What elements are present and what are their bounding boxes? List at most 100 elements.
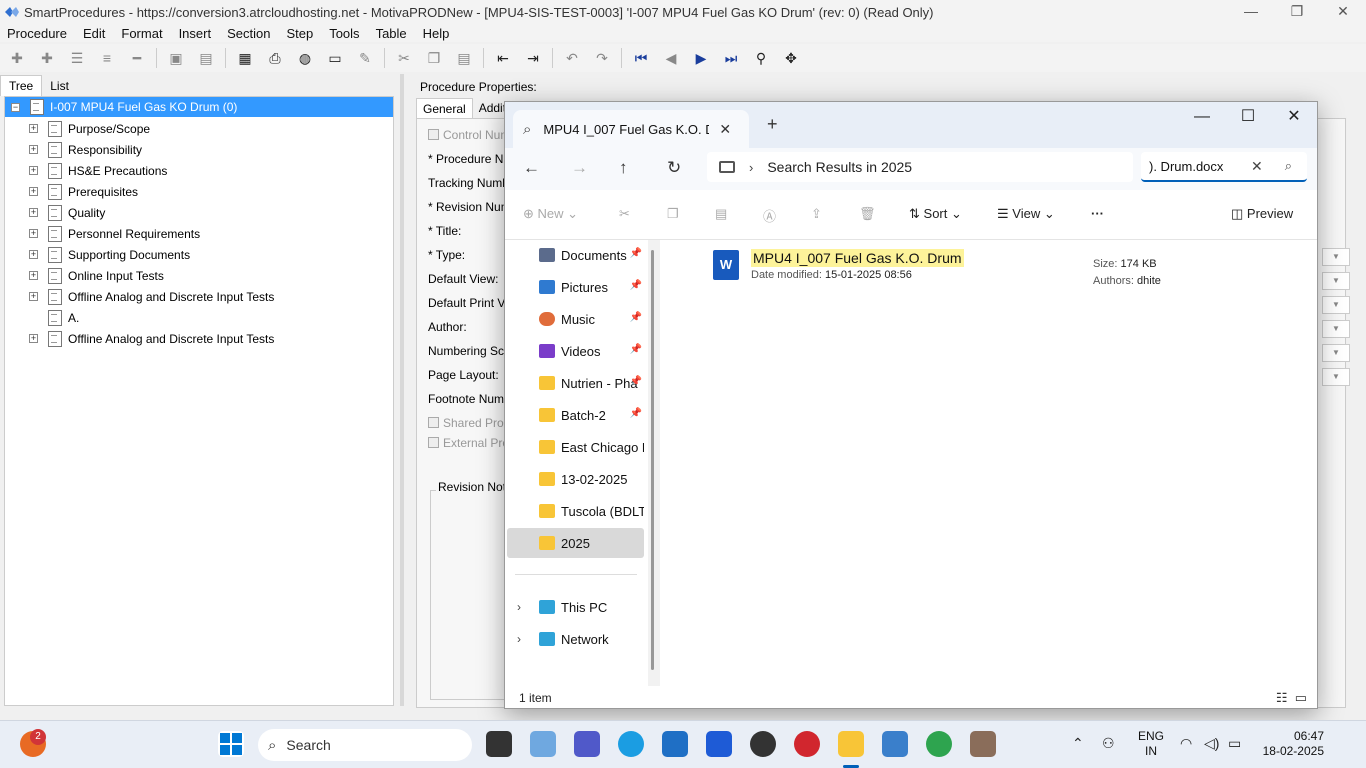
new-tab-icon[interactable]: + — [767, 114, 778, 135]
minimize-button[interactable]: — — [1228, 0, 1274, 24]
delete-icon[interactable]: 🗑 — [859, 206, 876, 222]
teams-icon[interactable] — [574, 731, 600, 757]
checkbox[interactable] — [428, 437, 439, 448]
wifi-icon[interactable]: ◠ — [1180, 735, 1192, 752]
search-icon[interactable]: ⌕ — [1285, 158, 1292, 174]
nav-item-music[interactable]: Music 📌 — [507, 304, 644, 334]
menu-help[interactable]: Help — [423, 26, 450, 41]
close-button[interactable]: ✕ — [1320, 0, 1366, 24]
forward-icon[interactable]: → — [571, 158, 588, 178]
move-icon[interactable]: ✥ — [780, 47, 802, 69]
chevron-right-icon[interactable]: › — [749, 160, 753, 175]
print-icon[interactable]: ⎙ — [264, 47, 286, 69]
back-icon[interactable]: ← — [523, 158, 540, 178]
expand-icon[interactable]: + — [29, 166, 38, 175]
cut-icon[interactable]: ✂ — [619, 206, 630, 222]
nav-item-folder[interactable]: East Chicago Ea — [507, 432, 644, 462]
next-icon[interactable]: ▶ — [690, 47, 712, 69]
chrome-icon[interactable] — [926, 731, 952, 757]
vpn-icon[interactable]: ⚇ — [1102, 735, 1115, 752]
battery-icon[interactable]: ▭ — [1228, 735, 1241, 752]
tab-tree[interactable]: Tree — [0, 75, 43, 96]
task-view-icon[interactable] — [486, 731, 512, 757]
export-icon[interactable]: ▦ — [234, 47, 256, 69]
checkbox[interactable] — [428, 417, 439, 428]
file-name[interactable]: MPU4 I_007 Fuel Gas K.O. Drum — [751, 249, 964, 267]
checkbox[interactable] — [428, 129, 439, 140]
tree-item[interactable]: + Purpose/Scope — [29, 118, 150, 139]
first-icon[interactable]: ⏮ — [630, 47, 652, 69]
tiles-view-icon[interactable]: ▭ — [1295, 690, 1307, 705]
expand-icon[interactable]: + — [29, 334, 38, 343]
expand-icon[interactable]: + — [29, 229, 38, 238]
refresh-icon[interactable]: ↻ — [667, 158, 681, 178]
menu-section[interactable]: Section — [227, 26, 270, 41]
expand-icon[interactable]: + — [29, 208, 38, 217]
more-options-icon[interactable]: ··· — [1091, 206, 1104, 221]
menu-table[interactable]: Table — [376, 26, 407, 41]
pin-tool-icon[interactable]: ⚲ — [750, 47, 772, 69]
file-explorer-icon[interactable] — [838, 731, 864, 757]
menu-procedure[interactable]: Procedure — [7, 26, 67, 41]
pin-icon[interactable]: 📌 — [630, 280, 642, 291]
breadcrumb[interactable]: Search Results in 2025 — [767, 159, 912, 175]
indent-right-icon[interactable]: ⇥ — [522, 47, 544, 69]
explorer-tab[interactable]: ⌕ MPU4 I_007 Fuel Gas K.O. Drun ✕ — [513, 110, 749, 148]
external-procedure-checkbox[interactable]: External Proc — [428, 436, 515, 450]
menu-edit[interactable]: Edit — [83, 26, 105, 41]
opera-icon[interactable] — [794, 731, 820, 757]
dropdown-arrow-icon[interactable]: ▼ — [1322, 248, 1350, 266]
up-icon[interactable]: ↑ — [619, 158, 628, 178]
start-icon[interactable] — [218, 731, 244, 757]
add-child-icon[interactable]: ✚ — [36, 47, 58, 69]
dropdown-arrow-icon[interactable]: ▼ — [1322, 272, 1350, 290]
undo-icon[interactable]: ↶ — [561, 47, 583, 69]
nav-item-this-pc[interactable]: This PC — [507, 592, 644, 622]
preview-button[interactable]: ◫ Preview — [1231, 206, 1293, 222]
previous-icon[interactable]: ◀ — [660, 47, 682, 69]
clock[interactable]: 06:47 18-02-2025 — [1258, 729, 1324, 759]
nav-item-folder[interactable]: Tuscola (BDLTU — [507, 496, 644, 526]
menu-insert[interactable]: Insert — [179, 26, 212, 41]
edge-icon[interactable] — [618, 731, 644, 757]
pen-icon[interactable]: ✎ — [354, 47, 376, 69]
taskbar-search[interactable]: ⌕ Search — [258, 729, 472, 761]
nav-scrollbar-thumb[interactable] — [651, 250, 654, 670]
pin-icon[interactable]: 📌 — [630, 344, 642, 355]
redo-icon[interactable]: ↷ — [591, 47, 613, 69]
tree-item[interactable]: + HS&E Precautions — [29, 160, 167, 181]
tree-item[interactable]: + Supporting Documents — [29, 244, 190, 265]
dropdown-arrow-icon[interactable]: ▼ — [1322, 296, 1350, 314]
tree-item[interactable]: + Responsibility — [29, 139, 142, 160]
tree-item[interactable]: + Quality — [29, 202, 105, 223]
rename-icon[interactable]: Ⓐ — [763, 206, 776, 225]
nav-item-videos[interactable]: Videos 📌 — [507, 336, 644, 366]
paste-icon[interactable]: ▤ — [453, 47, 475, 69]
smartprocedures-icon[interactable] — [882, 731, 908, 757]
tree-item[interactable]: + Personnel Requirements — [29, 223, 200, 244]
window-icon[interactable]: ▭ — [324, 47, 346, 69]
nav-item-folder[interactable]: 13-02-2025 — [507, 464, 644, 494]
collapse-icon[interactable]: − — [11, 102, 20, 112]
tree-item[interactable]: + Online Input Tests — [29, 265, 164, 286]
new-button[interactable]: ⊕ New ⌄ — [523, 206, 578, 222]
last-icon[interactable]: ⏭ — [720, 47, 742, 69]
address-bar[interactable]: › Search Results in 2025 — [707, 152, 1133, 182]
menu-tools[interactable]: Tools — [329, 26, 359, 41]
pin-icon[interactable]: 📌 — [630, 408, 642, 419]
nav-item-documents[interactable]: Documents 📌 — [507, 240, 644, 270]
pin-icon[interactable]: 📌 — [630, 376, 642, 387]
dell-icon[interactable] — [750, 731, 776, 757]
close-tab-icon[interactable]: ✕ — [719, 121, 731, 138]
cut-icon[interactable]: ✂ — [393, 47, 415, 69]
sort-button[interactable]: ⇅ Sort ⌄ — [909, 206, 962, 222]
tree-item[interactable]: + Offline Analog and Discrete Input Tests — [29, 286, 274, 307]
expand-icon[interactable]: + — [29, 124, 38, 133]
copilot-icon[interactable] — [530, 731, 556, 757]
web-icon[interactable]: ◍ — [294, 47, 316, 69]
file-item[interactable]: W MPU4 I_007 Fuel Gas K.O. Drum Date mod… — [713, 249, 964, 281]
nav-item-folder[interactable]: Batch-2 📌 — [507, 400, 644, 430]
details-view-icon[interactable]: ☷ — [1276, 690, 1288, 705]
minimize-button[interactable]: — — [1179, 102, 1225, 132]
dropdown-arrow-icon[interactable]: ▼ — [1322, 368, 1350, 386]
